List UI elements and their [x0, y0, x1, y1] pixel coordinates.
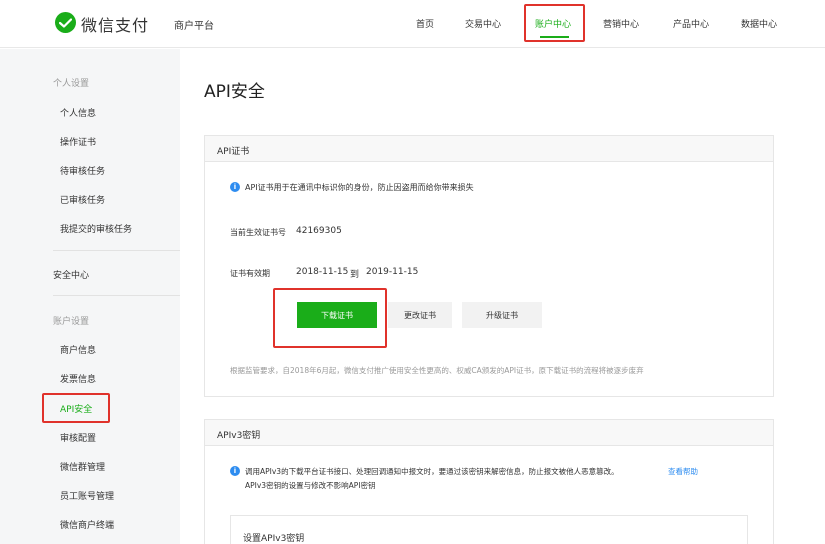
sidebar-item-invoice-info[interactable]: 发票信息 — [60, 372, 96, 385]
sidebar-group-account: 账户设置 — [53, 317, 90, 327]
validity-label: 证书有效期 — [230, 269, 270, 278]
sidebar-item-operation-cert[interactable]: 操作证书 — [60, 135, 96, 148]
validity-start: 2018-11-15 — [296, 267, 349, 277]
sidebar-item-submitted-tasks[interactable]: 我提交的审核任务 — [60, 222, 132, 235]
validity-end: 2019-11-15 — [366, 267, 419, 277]
upgrade-cert-button[interactable]: 升级证书 — [462, 302, 542, 328]
sidebar-divider — [53, 250, 180, 251]
api-cert-panel-heading: API证书 — [205, 136, 773, 162]
sidebar-item-personal-info[interactable]: 个人信息 — [60, 106, 96, 119]
sidebar-item-wechat-group[interactable]: 微信群管理 — [60, 460, 105, 473]
cert-notice-text: 根据监管要求，自2018年6月起，微信支付推广使用安全性更高的、权威CA颁发的A… — [230, 366, 644, 375]
apiv3-panel-heading: APIv3密钥 — [205, 420, 773, 446]
sidebar-item-security-center[interactable]: 安全中心 — [53, 268, 89, 281]
cert-info-text: API证书用于在通讯中标识你的身份，防止因盗用而给你带来损失 — [245, 183, 474, 192]
nav-home[interactable]: 首页 — [416, 17, 434, 30]
brand-name[interactable]: 微信支付 — [81, 12, 149, 36]
highlight-box-sidebar — [42, 393, 110, 423]
api-cert-panel: API证书 — [204, 135, 774, 397]
sidebar-item-merchant-info[interactable]: 商户信息 — [60, 343, 96, 356]
nav-trade-center[interactable]: 交易中心 — [465, 17, 501, 30]
sidebar-item-reviewed-tasks[interactable]: 已审核任务 — [60, 193, 105, 206]
sidebar-item-pending-tasks[interactable]: 待审核任务 — [60, 164, 105, 177]
info-icon: i — [230, 182, 240, 192]
set-apiv3-key-title: 设置APIv3密钥 — [243, 534, 305, 544]
nav-data-center[interactable]: 数据中心 — [741, 17, 777, 30]
help-link[interactable]: 查看帮助 — [668, 466, 698, 477]
highlight-box-download — [273, 288, 387, 348]
wechat-pay-logo-icon[interactable] — [55, 12, 76, 33]
sidebar-group-personal: 个人设置 — [53, 79, 90, 89]
apiv3-info-text: 调用APIv3的下载平台证书接口、处理回调通知中报文时，要通过该密钥来解密信息，… — [245, 467, 619, 476]
set-apiv3-key-box — [230, 515, 748, 544]
page-title: API安全 — [204, 82, 265, 102]
change-cert-button[interactable]: 更改证书 — [388, 302, 452, 328]
sidebar-item-merchant-terminal[interactable]: 微信商户终端 — [60, 518, 114, 531]
nav-product-center[interactable]: 产品中心 — [673, 17, 709, 30]
validity-to: 到 — [350, 270, 360, 280]
sidebar-item-staff-accounts[interactable]: 员工账号管理 — [60, 489, 114, 502]
sidebar-item-review-config[interactable]: 审核配置 — [60, 431, 96, 444]
serial-label: 当前生效证书号 — [230, 228, 286, 237]
serial-value: 42169305 — [296, 226, 342, 236]
top-header: 微信支付 商户平台 首页 交易中心 账户中心 营销中心 产品中心 数据中心 — [0, 0, 825, 48]
platform-name: 商户平台 — [174, 21, 214, 32]
highlight-box-nav — [524, 4, 585, 42]
apiv3-info-text-2: APIv3密钥的设置与修改不影响API密钥 — [245, 481, 376, 490]
sidebar-divider — [53, 295, 180, 296]
nav-marketing-center[interactable]: 营销中心 — [603, 17, 639, 30]
info-icon: i — [230, 466, 240, 476]
